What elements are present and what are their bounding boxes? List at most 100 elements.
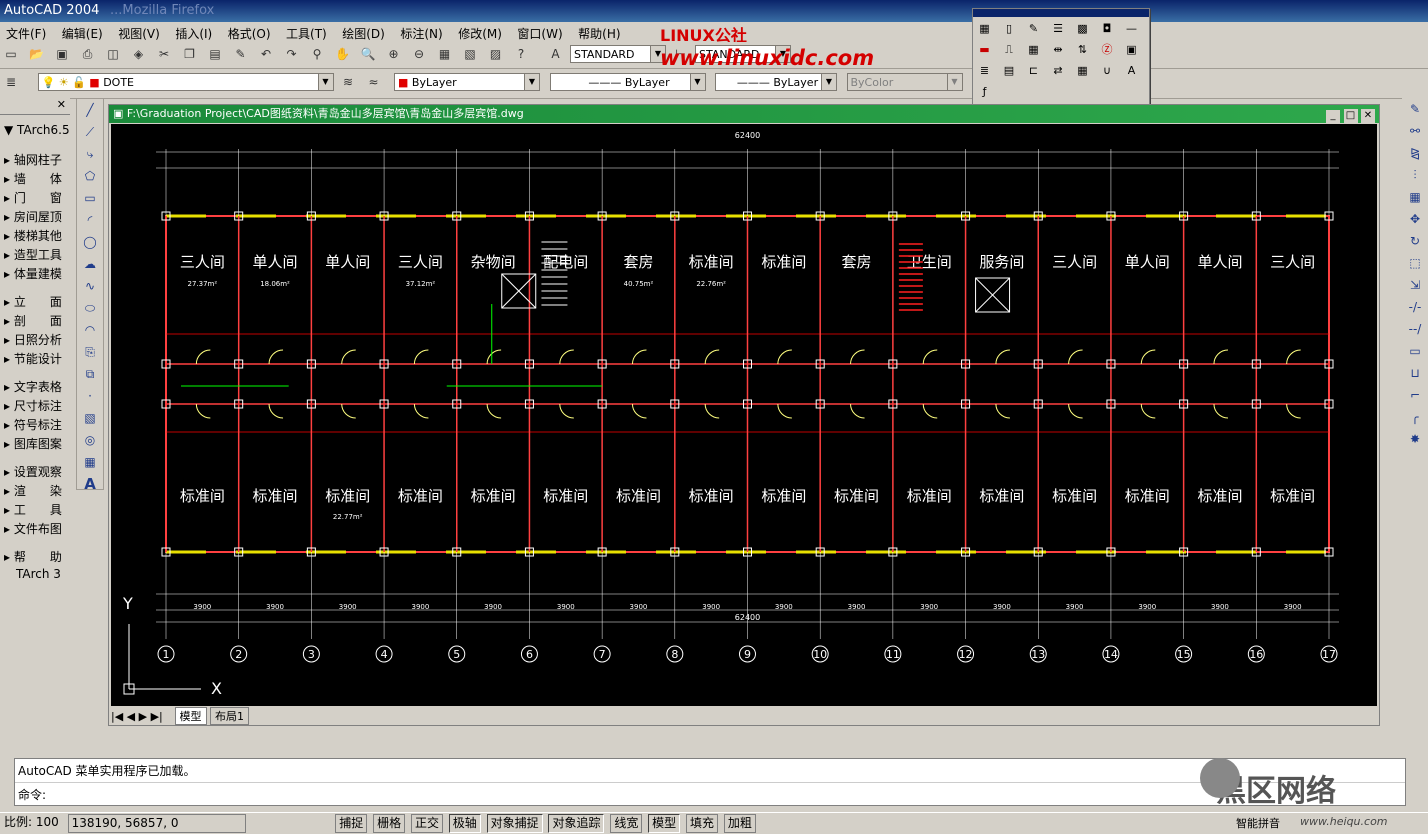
ime-indicator[interactable]: 智能拼音 xyxy=(1236,815,1280,831)
polyline-icon[interactable]: ⤷ xyxy=(79,144,101,165)
book-icon[interactable]: ▣ xyxy=(1122,40,1141,59)
preview-icon[interactable]: ◫ xyxy=(103,44,123,64)
tarch-item[interactable]: ▸ 楼梯其他 xyxy=(0,227,70,246)
tab-model[interactable]: 模型 xyxy=(174,707,207,725)
text-z-icon[interactable]: Ⓩ xyxy=(1098,40,1117,59)
tab-nav-buttons[interactable]: |◀ ◀ ▶ ▶| xyxy=(111,710,171,723)
revcloud-icon[interactable]: ☁ xyxy=(79,254,101,275)
break-icon[interactable]: ▭ xyxy=(1404,341,1426,362)
region-icon[interactable]: ◎ xyxy=(79,430,101,451)
tree-icon[interactable]: ⊏ xyxy=(1024,61,1043,80)
model-toggle[interactable]: 模型 xyxy=(648,814,681,833)
lineweight-toggle[interactable]: 线宽 xyxy=(610,814,643,833)
publish-icon[interactable]: ◈ xyxy=(129,44,149,64)
arc-icon[interactable]: ◜ xyxy=(79,210,101,231)
layer-manager-icon[interactable]: ≣ xyxy=(1,72,21,92)
trim-icon[interactable]: -/- xyxy=(1404,297,1426,318)
floating-toolbar-titlebar[interactable] xyxy=(973,9,1149,17)
layer-select[interactable]: 💡 ☀ 🔓 ■ DOTE ▼ xyxy=(37,73,334,91)
ellipse-arc-icon[interactable]: ◠ xyxy=(79,320,101,341)
undo-icon[interactable]: ↶ xyxy=(256,44,276,64)
mirror-icon[interactable]: ⇄ xyxy=(1049,61,1068,80)
pan-icon[interactable]: ✋ xyxy=(333,44,353,64)
command-window[interactable]: AutoCAD 菜单实用程序已加载。 命令: xyxy=(14,758,1406,806)
tarch-item[interactable]: ▸ 渲 染 xyxy=(0,482,70,501)
page-icon[interactable]: ▯ xyxy=(1000,19,1019,38)
line-icon[interactable]: — xyxy=(1122,19,1141,38)
cut-icon[interactable]: ✂ xyxy=(154,44,174,64)
close-icon[interactable]: ✕ xyxy=(57,98,66,111)
zoom-realtime-icon[interactable]: 🔍 xyxy=(358,44,378,64)
tarch-header[interactable]: ▼ TArch6.5 xyxy=(0,123,70,142)
chamfer-icon[interactable]: ⌐ xyxy=(1404,385,1426,406)
tarch-item[interactable]: ▸ 墙 体 xyxy=(0,170,70,189)
tarch-item[interactable]: ▸ 立 面 xyxy=(0,293,70,312)
circle-icon[interactable]: ◯ xyxy=(79,232,101,253)
bar-icon[interactable]: ▬ xyxy=(975,40,994,59)
close-icon[interactable]: ✕ xyxy=(1361,109,1375,123)
properties-icon[interactable]: ▦ xyxy=(435,44,455,64)
text-style-icon[interactable]: A xyxy=(546,44,566,64)
grid-icon[interactable]: ▩ xyxy=(1073,19,1092,38)
make-current-icon[interactable]: ≋ xyxy=(338,72,358,92)
polar-toggle[interactable]: 极轴 xyxy=(448,814,481,833)
hatch-icon[interactable]: ▤ xyxy=(1000,61,1019,80)
mirror-icon[interactable]: ⧎ xyxy=(1404,143,1426,164)
u-icon[interactable]: ∪ xyxy=(1098,61,1117,80)
fx-icon[interactable]: ƒ xyxy=(975,82,994,101)
rotate-icon[interactable]: ↻ xyxy=(1404,231,1426,252)
stamp-icon[interactable]: ⎍ xyxy=(1000,40,1019,59)
tarch-item[interactable]: ▸ 房间屋顶 xyxy=(0,208,70,227)
tab-layout1[interactable]: 布局1 xyxy=(210,707,249,725)
minimize-icon[interactable]: _ xyxy=(1326,110,1340,124)
sort-icon[interactable]: ⇅ xyxy=(1073,40,1092,59)
new-file-icon[interactable]: ▭ xyxy=(1,44,21,64)
tarch-item[interactable]: ▸ 节能设计 xyxy=(0,350,70,369)
explode-icon[interactable]: ✸ xyxy=(1404,429,1426,450)
line-icon[interactable]: ╱ xyxy=(79,100,101,121)
table2-icon[interactable]: ▦ xyxy=(1024,40,1043,59)
tarch-item[interactable]: ▸ 尺寸标注 xyxy=(0,397,70,416)
ellipse-icon[interactable]: ⬭ xyxy=(79,298,101,319)
spline-icon[interactable]: ∿ xyxy=(79,276,101,297)
osnap-toggle[interactable]: 对象捕捉 xyxy=(486,814,543,833)
list-icon[interactable]: ☰ xyxy=(1049,19,1068,38)
copy-icon[interactable]: ❐ xyxy=(180,44,200,64)
dim-icon[interactable]: ⇹ xyxy=(1049,40,1068,59)
hyperlink-icon[interactable]: ⚲ xyxy=(307,44,327,64)
tarch-item[interactable]: ▸ 门 窗 xyxy=(0,189,70,208)
lineweight-select[interactable]: ——— ByLayer ▼ xyxy=(715,73,837,91)
fill-toggle[interactable]: 填充 xyxy=(686,814,719,833)
construction-line-icon[interactable]: ⟋ xyxy=(79,122,101,143)
stretch-icon[interactable]: ⇲ xyxy=(1404,275,1426,296)
match-properties-icon[interactable]: ✎ xyxy=(231,44,251,64)
polygon-icon[interactable]: ⬠ xyxy=(79,166,101,187)
tarch-item[interactable]: ▸ 工 具 xyxy=(0,501,70,520)
tarch-footer[interactable]: TArch 3 xyxy=(0,567,70,586)
point-icon[interactable]: · xyxy=(79,386,101,407)
tarch-item[interactable]: ▸ 文件布图 xyxy=(0,520,70,539)
tarch-panel-grip[interactable]: ✕ xyxy=(0,98,70,115)
tarch-item[interactable]: ▸ 日照分析 xyxy=(0,331,70,350)
color-select[interactable]: ■ ByLayer ▼ xyxy=(394,73,540,91)
maximize-icon[interactable]: □ xyxy=(1343,109,1358,123)
move-icon[interactable]: ✥ xyxy=(1404,209,1426,230)
tarch-item[interactable]: ▸ 符号标注 xyxy=(0,416,70,435)
save-icon[interactable]: ▣ xyxy=(52,44,72,64)
stair-icon[interactable]: ≣ xyxy=(975,61,994,80)
array-icon[interactable]: ▦ xyxy=(1404,187,1426,208)
help-icon[interactable]: ? xyxy=(511,44,531,64)
fillet-icon[interactable]: ╭ xyxy=(1404,407,1426,428)
rectangle-icon[interactable]: ▭ xyxy=(79,188,101,209)
layer-previous-icon[interactable]: ≈ xyxy=(364,72,384,92)
join-icon[interactable]: ⊔ xyxy=(1404,363,1426,384)
linetype-select[interactable]: ——— ByLayer ▼ xyxy=(549,73,706,91)
zoom-previous-icon[interactable]: ⊖ xyxy=(409,44,429,64)
tarch-item[interactable]: ▸ 设置观察 xyxy=(0,463,70,482)
redo-icon[interactable]: ↷ xyxy=(282,44,302,64)
grid2-icon[interactable]: ▦ xyxy=(1073,61,1092,80)
zoom-window-icon[interactable]: ⊕ xyxy=(384,44,404,64)
coords-readout[interactable]: 138190, 56857, 0 xyxy=(67,814,246,833)
paste-icon[interactable]: ▤ xyxy=(205,44,225,64)
tool-palettes-icon[interactable]: ▨ xyxy=(486,44,506,64)
